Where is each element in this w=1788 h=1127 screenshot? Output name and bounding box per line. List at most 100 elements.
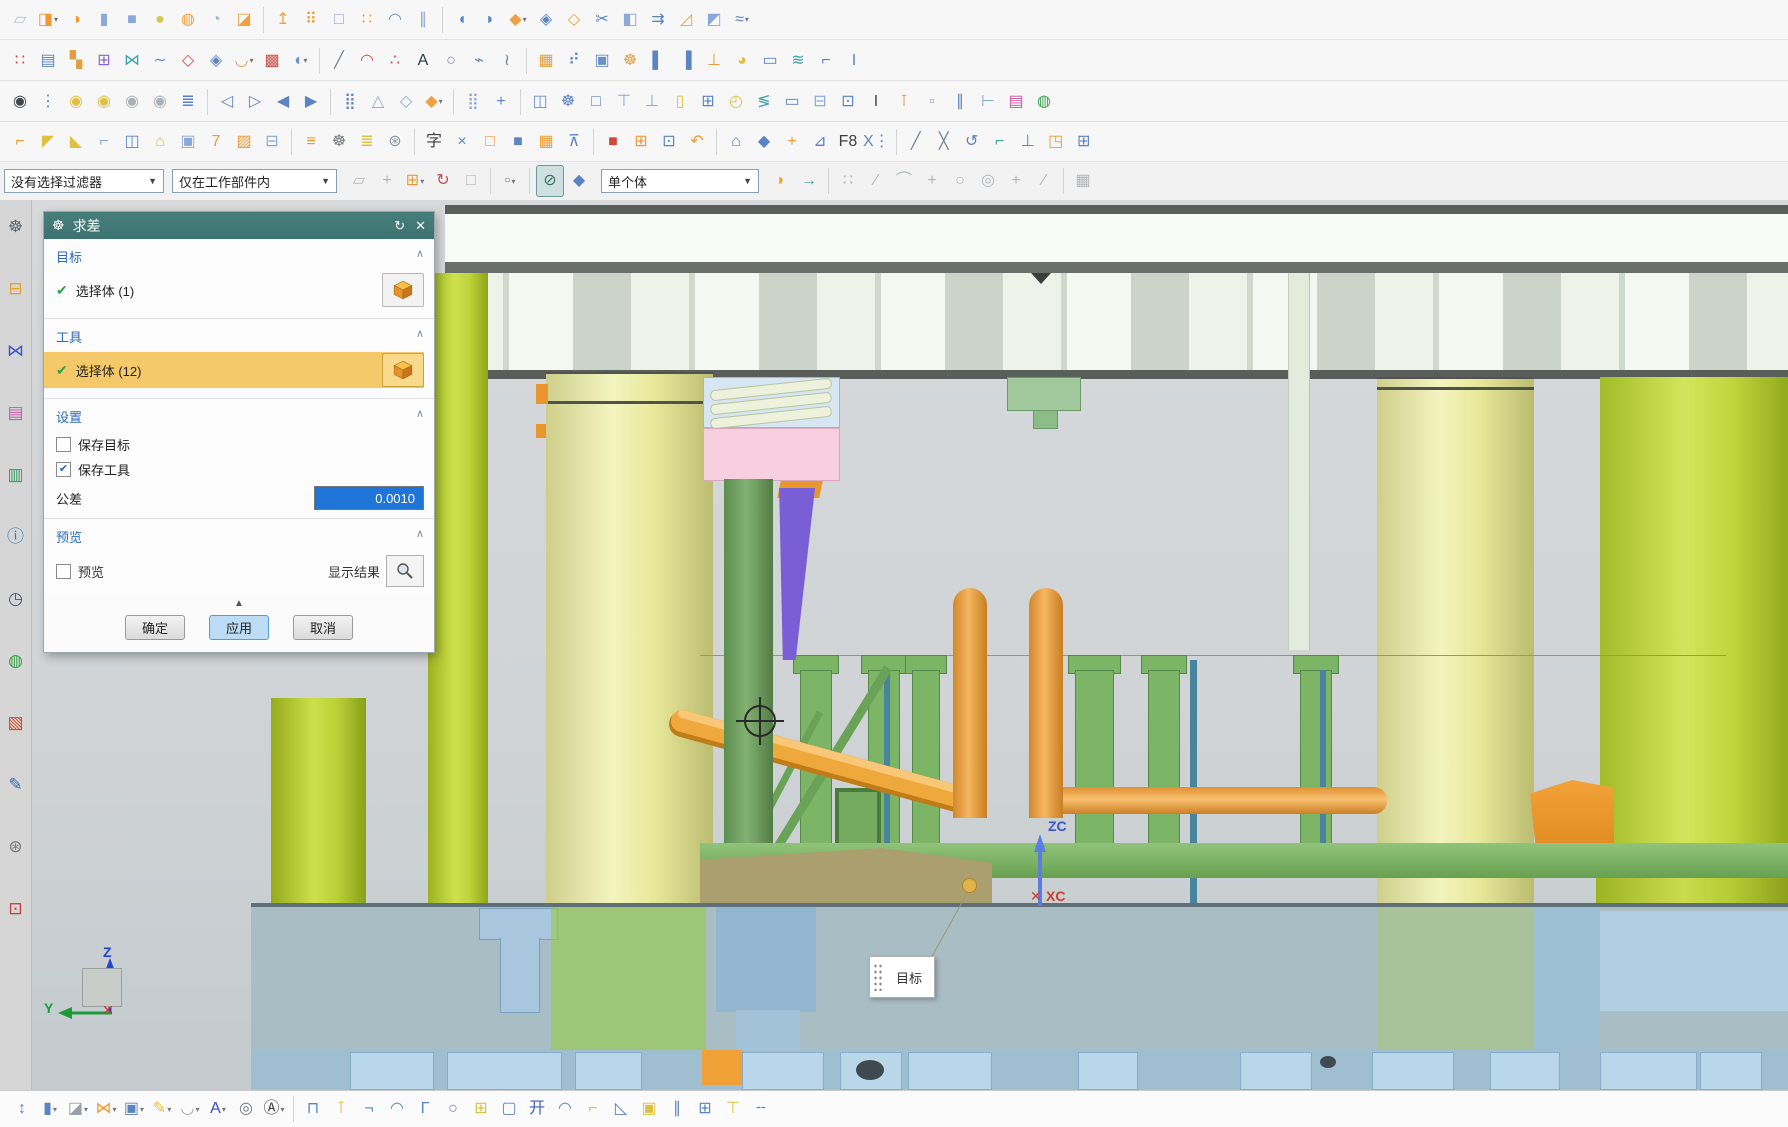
icon-draft[interactable]: ◿ [673,5,699,35]
reset-icon[interactable]: ↻ [394,218,405,234]
icon-history[interactable]: ◷ [4,586,28,610]
icon-final-grid[interactable]: ⊞ [1071,127,1097,157]
save-target-row[interactable]: 保存目标 [56,432,424,457]
dialog-collapse-handle[interactable]: ▲ [44,594,434,611]
icon-slot[interactable]: ▭ [757,46,783,76]
icon-bounded-body[interactable]: □ [326,5,352,35]
icon-block-fill[interactable]: ▣ [636,1094,662,1124]
icon-broom-clean[interactable]: ⊼ [561,127,587,157]
icon-f8-view[interactable]: F8 [835,127,861,157]
icon-sphere[interactable]: ● [147,5,173,35]
icon-angle-graph[interactable]: ⊿ [807,127,833,157]
icon-cylinder[interactable]: ▮ [91,5,117,35]
icon-x-list[interactable]: X⋮ [863,127,890,157]
icon-finger-tab[interactable]: ◤ [35,127,61,157]
icon-snap-slope[interactable]: ∕ [1031,166,1057,196]
selection-filter-dropdown[interactable]: 没有选择过滤器 ▼ [4,169,164,193]
apply-button[interactable]: 应用 [209,615,269,640]
icon-rotate-text[interactable]: Ⓐ ▾ [261,1094,287,1124]
icon-angle-snap[interactable]: △ [365,87,391,117]
ejector-pin[interactable] [912,670,940,847]
icon-i-beam[interactable]: I [841,46,867,76]
icon-view-back[interactable]: ◁ [214,87,240,117]
ejector-pin[interactable] [1300,670,1332,847]
top-clamp-plate-edge[interactable] [445,205,1788,214]
icon-process-studio[interactable]: ◍ [4,648,28,672]
icon-view-first[interactable]: ◀ [270,87,296,117]
icon-page-right[interactable]: ◗ [477,5,503,35]
icon-table-view[interactable]: ⊞ [695,87,721,117]
horizontal-runner-tube[interactable] [1063,787,1387,814]
icon-angle-left[interactable]: ⌐ [580,1094,606,1124]
icon-snap-cross[interactable]: + [919,166,945,196]
icon-bottom-align[interactable]: ⊥ [639,87,665,117]
close-icon[interactable]: ✕ [415,218,426,234]
icon-align-grid[interactable]: ⣿ [337,87,363,117]
icon-dim-all[interactable]: ◉ [147,87,173,117]
ejector-pin[interactable] [800,670,832,847]
icon-region-fan[interactable]: ◗ [768,166,794,196]
return-pin-left[interactable] [953,588,987,818]
purple-angled-lifter[interactable] [779,488,815,660]
return-pin-right[interactable] [1029,588,1063,818]
icon-law-curve[interactable]: ≀ [494,46,520,76]
icon-tree-link[interactable]: ⊢ [975,87,1001,117]
icon-cross-join[interactable]: + [779,127,805,157]
chevron-up-icon[interactable]: ∧ [416,407,424,426]
icon-globe-view[interactable]: ◍ [1031,87,1057,117]
icon-corner-flange[interactable]: ⌐ [7,127,33,157]
icon-datum-csys[interactable]: ⊞ [91,46,117,76]
icon-mesh-points[interactable]: ∷ [7,46,33,76]
icon-box-swirl[interactable]: ▣ ▾ [121,1094,147,1124]
icon-measure-body[interactable]: ▮ ▾ [37,1094,63,1124]
icon-block[interactable]: ■ [119,5,145,35]
icon-grid-pattern[interactable]: ▦ [533,46,559,76]
icon-pin-joint[interactable]: ⊺ [328,1094,354,1124]
icon-window-image[interactable]: ⊡ [4,896,28,920]
icon-comb-teeth[interactable]: ≣ [354,127,380,157]
icon-snap-circle[interactable]: ○ [947,166,973,196]
thin-guide-pin[interactable] [1288,273,1310,650]
save-tool-checkbox[interactable] [56,462,71,477]
icon-display-order[interactable]: ⋮ [35,87,61,117]
icon-sew[interactable]: ◡ ▾ [231,46,257,76]
tool-select-row[interactable]: ✔ 选择体 (12) [44,352,424,388]
icon-cup-section[interactable]: ◡ ▾ [177,1094,203,1124]
icon-gear-feature[interactable]: ☸ [617,46,643,76]
icon-small-square[interactable]: ▫ [919,87,945,117]
icon-bowtie-mate[interactable]: ⋈ ▾ [93,1094,119,1124]
chevron-up-icon[interactable]: ∧ [416,327,424,346]
save-target-checkbox[interactable] [56,437,71,452]
icon-font-style[interactable]: A ▾ [205,1094,231,1124]
icon-split-body[interactable]: ◧ [617,5,643,35]
icon-boxed[interactable]: ⊡ [835,87,861,117]
icon-color-palette[interactable]: ▧ [4,710,28,734]
icon-highlight-on[interactable]: ◉ [63,87,89,117]
icon-pipe-corner[interactable]: ⌐ [91,127,117,157]
icon-measure-distance[interactable]: ↕ [9,1094,35,1124]
icon-point-snap[interactable]: ⊞ ▾ [402,166,428,196]
icon-hook-turn[interactable]: ¬ [356,1094,382,1124]
spring-housing[interactable] [703,377,840,430]
icon-machine-gear[interactable]: ☸ [326,127,352,157]
icon-point-grid[interactable]: ⣿ [460,87,486,117]
icon-corner-gamma[interactable]: Γ [412,1094,438,1124]
icon-highlight-all[interactable]: ◉ [91,87,117,117]
icon-view-forward[interactable]: ▷ [242,87,268,117]
icon-extrude[interactable]: ◨ ▾ [35,5,61,35]
icon-column-left[interactable]: ▌ [645,46,671,76]
icon-tee-up[interactable]: ⊥ [1015,127,1041,157]
icon-columns[interactable]: ∥ [947,87,973,117]
icon-home-face[interactable]: ⌂ [147,127,173,157]
icon-snap-point[interactable]: ∷ [835,166,861,196]
icon-balloon-note[interactable]: ○ [440,1094,466,1124]
icon-pad[interactable]: ◔ [203,5,229,35]
show-result-button[interactable] [386,555,424,587]
icon-arc[interactable]: ◠ [354,46,380,76]
icon-curve-mesh[interactable]: ◈ [203,46,229,76]
icon-tee-top[interactable]: ⊤ [720,1094,746,1124]
icon-grid-cells[interactable]: ⊞ [692,1094,718,1124]
icon-pattern-feature[interactable]: ⠿ [298,5,324,35]
top-plate[interactable] [445,214,1788,263]
icon-window-split[interactable]: ◫ [527,87,553,117]
